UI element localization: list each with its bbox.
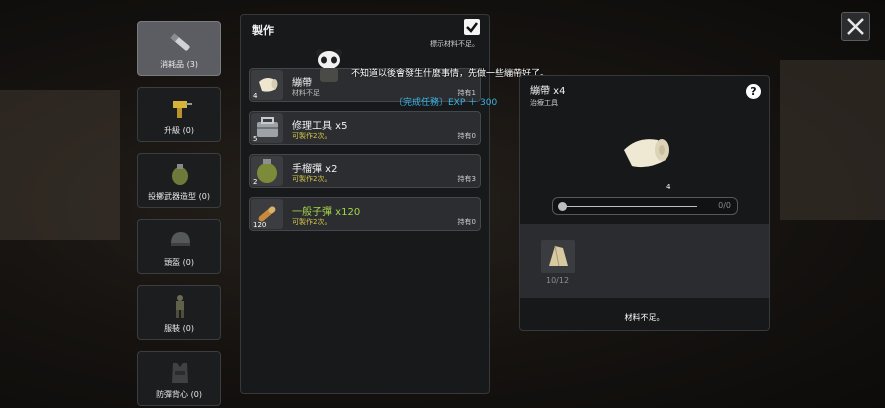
panel-title: 製作 [252, 24, 274, 37]
item-name: 一般子彈 x120 [292, 207, 361, 218]
vest-icon [166, 358, 194, 386]
close-button[interactable] [841, 12, 870, 41]
category-helmet[interactable]: 頭盔 (0) [137, 219, 221, 274]
item-owned: 持有3 [457, 175, 476, 183]
item-status: 可製作2次。 [292, 218, 332, 226]
category-label: 消耗品 (3) [160, 60, 198, 69]
close-icon [847, 18, 864, 35]
item-owned: 持有0 [457, 132, 476, 140]
slider-handle[interactable] [558, 202, 567, 211]
toolbox-icon: 5 [251, 113, 283, 143]
quest-reward-text: 〔完成任務〕EXP ＋ 300 [394, 98, 498, 108]
category-outfit[interactable]: 服裝 (0) [137, 285, 221, 340]
background-shelf [0, 90, 120, 240]
category-label: 頭盔 (0) [164, 258, 194, 267]
item-status: 材料不足 [292, 89, 320, 97]
craft-item-repair-kit[interactable]: 5 修理工具 x5 可製作2次。 持有0 [249, 111, 481, 145]
craft-item-grenade[interactable]: 2 手榴彈 x2 可製作2次。 持有3 [249, 154, 481, 188]
materials-section: 10/12 [520, 224, 769, 298]
category-label: 投擲武器造型 (0) [148, 192, 210, 201]
item-name: 繃帶 [292, 78, 312, 89]
slider-track [563, 206, 697, 207]
item-status: 可製作2次。 [292, 175, 332, 183]
material-count: 10/12 [546, 276, 570, 285]
drill-icon [166, 94, 194, 122]
item-quantity: 120 [253, 221, 267, 229]
panda-mascot-icon [314, 47, 344, 83]
category-upgrade[interactable]: 升級 (0) [137, 87, 221, 142]
ammo-icon [166, 28, 194, 56]
detail-subtitle: 治療工具 [530, 99, 558, 107]
craft-quantity-slider[interactable]: 0/0 [552, 197, 738, 215]
cloth-material-icon[interactable] [541, 240, 575, 273]
craft-item-bullets[interactable]: 120 一般子彈 x120 可製作2次。 持有0 [249, 197, 481, 231]
slider-value: 0/0 [718, 201, 731, 210]
detail-count: 4 [666, 183, 671, 191]
help-icon[interactable]: ? [746, 84, 761, 99]
bullet-icon: 120 [251, 199, 283, 229]
item-quantity: 4 [253, 92, 258, 100]
category-label: 防彈背心 (0) [156, 390, 202, 399]
item-owned: 持有0 [457, 218, 476, 226]
checkmark-icon [466, 22, 478, 33]
insufficient-materials-label: 材料不足。 [624, 313, 665, 322]
detail-title: 繃帶 x4 [530, 86, 566, 97]
item-status: 可製作2次。 [292, 132, 332, 140]
background-wall [780, 60, 885, 220]
item-quantity: 5 [253, 135, 258, 143]
category-throwable-skin[interactable]: 投擲武器造型 (0) [137, 153, 221, 208]
filter-label: 標示材料不足。 [430, 40, 479, 48]
filter-checkbox[interactable] [464, 19, 480, 35]
category-label: 服裝 (0) [164, 324, 194, 333]
item-name: 修理工具 x5 [292, 121, 348, 132]
helmet-icon [166, 226, 194, 254]
category-label: 升級 (0) [164, 126, 194, 135]
soldier-outfit-icon [166, 292, 194, 320]
item-quantity: 2 [253, 178, 258, 186]
bandage-icon: 4 [251, 70, 283, 100]
bandage-icon [618, 128, 674, 176]
category-vest[interactable]: 防彈背心 (0) [137, 351, 221, 406]
grenade-icon: 2 [251, 156, 283, 186]
category-consumables[interactable]: 消耗品 (3) [137, 21, 221, 76]
item-detail-panel: 繃帶 x4 治療工具 ? 4 0/0 10/12 材料不足。 [519, 75, 770, 331]
grenade-icon [166, 160, 194, 188]
item-name: 手榴彈 x2 [292, 164, 338, 175]
